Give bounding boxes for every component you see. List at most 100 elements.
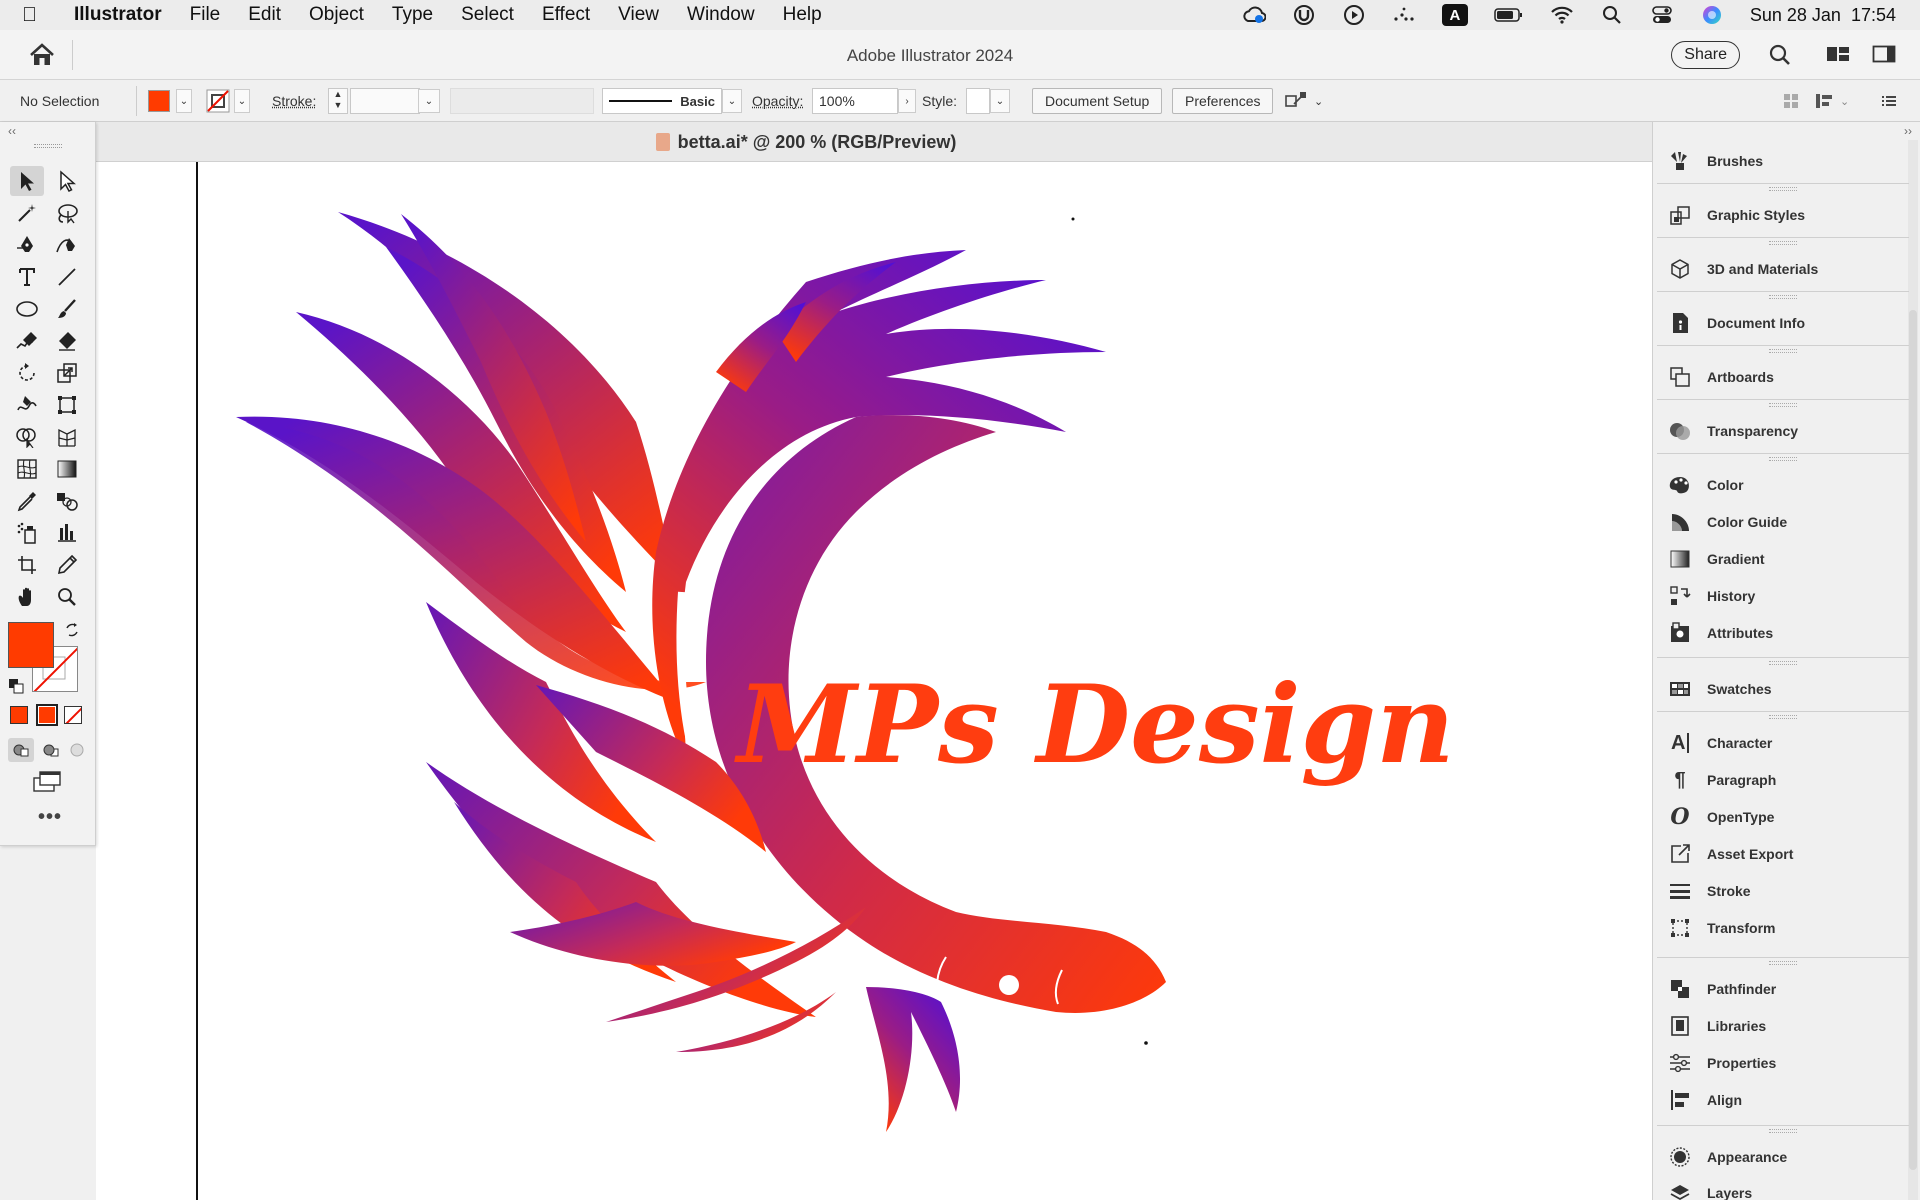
lasso-tool-icon[interactable] — [50, 198, 84, 228]
menu-object[interactable]: Object — [309, 4, 364, 26]
share-button[interactable]: Share — [1671, 41, 1740, 69]
stroke-label[interactable]: Stroke: — [272, 88, 316, 114]
search-icon[interactable] — [1768, 44, 1792, 66]
tools-panel-grip[interactable] — [34, 144, 62, 148]
spotlight-search-icon[interactable] — [1600, 4, 1624, 26]
wifi-icon[interactable] — [1550, 4, 1574, 26]
battery-icon[interactable] — [1494, 4, 1524, 26]
fill-swatch-large[interactable] — [8, 622, 54, 668]
panel-transform[interactable]: Transform — [1667, 913, 1775, 943]
panel-appearance[interactable]: Appearance — [1667, 1142, 1787, 1172]
fill-color-swatch[interactable] — [148, 88, 170, 114]
menu-app[interactable]: Illustrator — [74, 4, 162, 26]
free-transform-tool-icon[interactable] — [50, 390, 84, 420]
menu-view[interactable]: View — [618, 4, 659, 26]
panel-swatches[interactable]: Swatches — [1667, 674, 1772, 704]
collapse-tools-icon[interactable]: ‹‹ — [8, 124, 16, 138]
scale-tool-icon[interactable] — [50, 358, 84, 388]
gradient-tool-icon[interactable] — [50, 454, 84, 484]
pencil-tool-icon[interactable] — [50, 550, 84, 580]
logo-text[interactable]: MPs Design — [733, 662, 1454, 788]
apple-menu-icon[interactable]:  — [22, 4, 60, 27]
transform-panel-icon[interactable]: ⌄ — [1814, 88, 1849, 114]
graphic-style-picker[interactable]: ⌄ — [966, 88, 1010, 114]
paintbrush-tool-icon[interactable] — [50, 294, 84, 324]
warp-tool-icon[interactable] — [10, 390, 44, 420]
recolor-artwork-icon[interactable]: ⌄ — [1284, 88, 1323, 114]
panel-gradient[interactable]: Gradient — [1667, 544, 1765, 574]
panel-graphic-styles[interactable]: Graphic Styles — [1667, 200, 1805, 230]
stroke-weight-dropdown[interactable]: ⌄ — [418, 88, 440, 114]
panel-toggle-icon[interactable] — [1872, 44, 1896, 66]
panel-align[interactable]: Align — [1667, 1085, 1742, 1115]
menu-effect[interactable]: Effect — [542, 4, 590, 26]
panel-character[interactable]: A Character — [1667, 728, 1772, 758]
magic-wand-tool-icon[interactable] — [10, 198, 44, 228]
draw-inside-icon[interactable] — [64, 738, 90, 762]
panel-attributes[interactable]: Attributes — [1667, 618, 1773, 648]
align-panel-icon[interactable] — [1782, 88, 1800, 114]
screen-mode-icon[interactable] — [32, 770, 62, 799]
siri-icon[interactable] — [1700, 4, 1724, 26]
panel-properties[interactable]: Properties — [1667, 1048, 1776, 1078]
opacity-label[interactable]: Opacity: — [752, 88, 803, 114]
swap-fill-stroke-icon[interactable] — [64, 622, 80, 643]
menu-edit[interactable]: Edit — [248, 4, 281, 26]
panel-stroke[interactable]: Stroke — [1667, 876, 1751, 906]
perspective-grid-tool-icon[interactable] — [50, 422, 84, 452]
menu-type[interactable]: Type — [392, 4, 433, 26]
panel-brushes[interactable]: Brushes — [1667, 146, 1763, 176]
direct-selection-tool-icon[interactable] — [50, 166, 84, 196]
curvature-tool-icon[interactable] — [50, 230, 84, 260]
eyedropper-tool-icon[interactable] — [10, 486, 44, 516]
panel-3d-and-materials[interactable]: 3D and Materials — [1667, 254, 1818, 284]
artboard-artwork[interactable]: MPs Design — [96, 162, 1652, 1200]
blend-tool-icon[interactable] — [50, 486, 84, 516]
symbol-sprayer-tool-icon[interactable] — [10, 518, 44, 548]
dock-scrollbar[interactable] — [1908, 140, 1918, 1200]
default-fill-stroke-icon[interactable] — [8, 678, 24, 699]
eraser-tool-icon[interactable] — [50, 326, 84, 356]
stroke-color-swatch[interactable] — [206, 88, 230, 114]
artboard-tool-icon[interactable] — [10, 550, 44, 580]
color-mode-button[interactable] — [10, 706, 28, 724]
column-graph-tool-icon[interactable] — [50, 518, 84, 548]
stroke-weight-stepper[interactable]: ▲ ▼ — [328, 88, 348, 114]
betta-ventral-fin[interactable] — [866, 987, 961, 1132]
gradient-mode-button[interactable] — [36, 704, 58, 726]
document-tab[interactable]: betta.ai* @ 200 % (RGB/Preview) — [96, 122, 1652, 162]
brush-definition-dropdown[interactable]: Basic ⌄ — [602, 88, 742, 114]
document-setup-button[interactable]: Document Setup — [1032, 88, 1163, 114]
panel-artboards[interactable]: Artboards — [1667, 362, 1774, 392]
preferences-button[interactable]: Preferences — [1172, 88, 1274, 114]
variable-width-profile[interactable] — [450, 88, 594, 114]
canvas[interactable]: MPs Design — [96, 162, 1652, 1200]
shaper-tool-icon[interactable] — [10, 326, 44, 356]
play-icon[interactable] — [1342, 4, 1366, 26]
draw-normal-icon[interactable] — [8, 738, 34, 762]
dots-icon[interactable] — [1392, 4, 1416, 26]
rotate-tool-icon[interactable] — [10, 358, 44, 388]
panel-paragraph[interactable]: ¶ Paragraph — [1667, 765, 1776, 795]
workspace-switcher-icon[interactable] — [1826, 44, 1850, 66]
panel-opentype[interactable]: O OpenType — [1667, 802, 1774, 832]
control-center-icon[interactable] — [1650, 4, 1674, 26]
none-mode-button[interactable] — [64, 706, 82, 724]
pen-tool-icon[interactable] — [10, 230, 44, 260]
zoom-tool-icon[interactable] — [50, 582, 84, 612]
menu-select[interactable]: Select — [461, 4, 514, 26]
mesh-tool-icon[interactable] — [10, 454, 44, 484]
shape-builder-tool-icon[interactable] — [10, 422, 44, 452]
menu-bar-clock[interactable]: Sun 28 Jan 17:54 — [1750, 5, 1896, 26]
panel-asset-export[interactable]: Asset Export — [1667, 839, 1793, 869]
stroke-dropdown[interactable]: ⌄ — [234, 88, 250, 114]
input-source-icon[interactable]: A — [1441, 4, 1468, 26]
selection-tool-icon[interactable] — [10, 166, 44, 196]
panel-document-info[interactable]: Document Info — [1667, 308, 1805, 338]
draw-behind-icon[interactable] — [38, 738, 64, 762]
panel-pathfinder[interactable]: Pathfinder — [1667, 974, 1776, 1004]
panel-libraries[interactable]: Libraries — [1667, 1011, 1766, 1041]
panel-color-guide[interactable]: Color Guide — [1667, 507, 1787, 537]
ellipse-tool-icon[interactable] — [10, 294, 44, 324]
edit-toolbar-icon[interactable]: ••• — [38, 806, 62, 829]
